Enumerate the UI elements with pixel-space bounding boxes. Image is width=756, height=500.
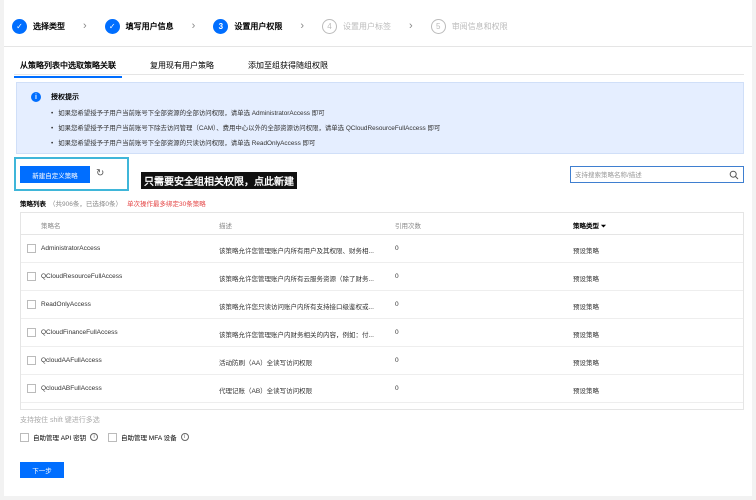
multi-select-hint: 支持按住 shift 键进行多选	[20, 417, 100, 424]
policy-count: （共906条，已选择0条）	[49, 201, 122, 208]
step-3: 3 设置用户权限 ›	[213, 18, 305, 34]
policy-table: 策略名 描述 引用次数 策略类型 ⏷ AdministratorAccess 该…	[20, 212, 744, 410]
annotation-callout: 只需要安全组相关权限，点此新建	[141, 172, 297, 189]
step-2: ✓ 填写用户信息 ›	[104, 18, 196, 34]
policy-list-header: 策略列表 （共906条，已选择0条） 单次操作最多绑定30条策略	[20, 198, 206, 208]
auth-tip-line: • 如果您希望授予子用户当前账号下全部资源的只读访问权限，请单选 ReadOnly…	[51, 140, 316, 147]
policy-name: QcloudABFullAccess	[41, 385, 102, 392]
column-header-refs: 引用次数	[395, 223, 421, 230]
next-button[interactable]: 下一步	[20, 462, 64, 478]
step-4: 4 设置用户标签 ›	[322, 18, 413, 34]
auth-tip-line: • 如果您希望授予子用户当前账号下全部资源的全部访问权限，请单选 Administ…	[51, 110, 325, 117]
row-checkbox[interactable]	[27, 244, 36, 253]
policy-name: AdministratorAccess	[41, 245, 101, 252]
policy-desc: 代理记账（AB）全读写访问权限	[219, 388, 313, 395]
row-checkbox[interactable]	[27, 328, 36, 337]
auth-tip-title: 授权提示	[51, 94, 79, 101]
option-label: 自助管理 API 密钥	[33, 435, 87, 442]
option-mfa[interactable]: 自助管理 MFA 设备 i	[108, 432, 189, 442]
table-header: 策略名 描述 引用次数 策略类型 ⏷	[21, 213, 743, 235]
steps-bar: ✓ 选择类型 › ✓ 填写用户信息 › 3 设置用户权限 › 4 设置用户标签 …	[12, 14, 526, 38]
policy-type: 预设策略	[573, 388, 599, 395]
auth-tip-panel: i 授权提示 • 如果您希望授予子用户当前账号下全部资源的全部访问权限，请单选 A…	[16, 82, 744, 154]
tab-bar: 从策略列表中选取策略关联 复用现有用户策略 添加至组获得随组权限	[14, 58, 356, 78]
row-checkbox[interactable]	[27, 356, 36, 365]
policy-type: 预设策略	[573, 304, 599, 311]
step-label: 设置用户标签	[343, 21, 392, 31]
column-header-name: 策略名	[41, 223, 61, 230]
chevron-right-icon: ›	[409, 20, 413, 32]
auth-tip-line: • 如果您希望授予子用户当前账号下除去访问管理（CAM）、费用中心以外的全部资源访…	[51, 125, 441, 132]
policy-desc: 该策略允许您管理账户内财务相关的内容，例如：付...	[219, 332, 374, 339]
policy-refs: 0	[395, 385, 399, 392]
table-row[interactable]: QCloudFinanceFullAccess 该策略允许您管理账户内财务相关的…	[21, 319, 743, 347]
tab-policy-list[interactable]: 从策略列表中选取策略关联	[14, 58, 122, 78]
policy-type: 预设策略	[573, 248, 599, 255]
table-row[interactable]: QcloudABFullAccess 代理记账（AB）全读写访问权限 0 预设策…	[21, 375, 743, 403]
page: ✓ 选择类型 › ✓ 填写用户信息 › 3 设置用户权限 › 4 设置用户标签 …	[4, 0, 752, 496]
policy-name: ReadOnlyAccess	[41, 301, 91, 308]
step-number: 4	[322, 18, 338, 34]
divider	[4, 46, 752, 47]
table-row[interactable]: QcloudAAFullAccess 活动防刷（AA）全读写访问权限 0 预设策…	[21, 347, 743, 375]
step-number: 3	[213, 18, 229, 34]
step-label: 填写用户信息	[125, 21, 174, 31]
option-api-key[interactable]: 自助管理 API 密钥 i	[20, 432, 99, 442]
row-checkbox[interactable]	[27, 272, 36, 281]
refresh-icon[interactable]: ↻	[96, 168, 104, 179]
policy-search	[570, 166, 744, 183]
chevron-right-icon: ›	[83, 20, 87, 32]
row-checkbox[interactable]	[27, 300, 36, 309]
policy-list-title: 策略列表	[20, 201, 46, 208]
policy-desc: 该策略允许您管理账户内所有用户及其权限、财务相...	[219, 248, 374, 255]
policy-refs: 0	[395, 357, 399, 364]
policy-refs: 0	[395, 329, 399, 336]
checkbox[interactable]	[108, 432, 117, 442]
step-5: 5 审阅信息和权限	[430, 18, 508, 34]
policy-type: 预设策略	[573, 276, 599, 283]
tab-reuse-user-policy[interactable]: 复用现有用户策略	[144, 58, 220, 78]
chevron-right-icon: ›	[300, 20, 305, 32]
info-icon[interactable]: i	[90, 433, 99, 441]
policy-desc: 该策略允许您只读访问账户内所有支持接口级鉴权或...	[219, 304, 374, 311]
search-icon[interactable]	[729, 170, 739, 180]
info-icon[interactable]: i	[180, 433, 189, 441]
option-label: 自助管理 MFA 设备	[121, 435, 177, 442]
policy-type: 预设策略	[573, 360, 599, 367]
column-header-desc: 描述	[219, 223, 232, 230]
search-input[interactable]	[575, 169, 725, 181]
row-checkbox[interactable]	[27, 384, 36, 393]
policy-limit-warning: 单次操作最多绑定30条策略	[126, 201, 206, 208]
filter-icon[interactable]: ⏷	[601, 223, 606, 230]
info-icon: i	[31, 92, 41, 102]
step-1: ✓ 选择类型 ›	[12, 18, 87, 34]
step-label: 设置用户权限	[234, 21, 283, 31]
table-row[interactable]: AdministratorAccess 该策略允许您管理账户内所有用户及其权限、…	[21, 235, 743, 263]
chevron-right-icon: ›	[191, 20, 196, 32]
check-icon: ✓	[104, 18, 120, 34]
policy-refs: 0	[395, 273, 399, 280]
table-row[interactable]: ReadOnlyAccess 该策略允许您只读访问账户内所有支持接口级鉴权或..…	[21, 291, 743, 319]
step-label: 审阅信息和权限	[451, 21, 508, 31]
policy-refs: 0	[395, 245, 399, 252]
policy-type: 预设策略	[573, 332, 599, 339]
checkbox[interactable]	[20, 432, 29, 442]
policy-name: QCloudResourceFullAccess	[41, 273, 123, 280]
policy-refs: 0	[395, 301, 399, 308]
table-row[interactable]: QCloudResourceFullAccess 该策略允许您管理账户内所有云服…	[21, 263, 743, 291]
policy-desc: 活动防刷（AA）全读写访问权限	[219, 360, 313, 367]
check-icon: ✓	[12, 18, 27, 34]
policy-name: QcloudAAFullAccess	[41, 357, 102, 364]
policy-desc: 该策略允许您管理账户内所有云服务资源（除了财务...	[219, 276, 374, 283]
policy-name: QCloudFinanceFullAccess	[41, 329, 118, 336]
step-label: 选择类型	[33, 21, 65, 31]
column-header-type: 策略类型 ⏷	[573, 223, 607, 230]
step-number: 5	[430, 18, 446, 34]
create-custom-policy-button[interactable]: 新建自定义策略	[20, 166, 90, 183]
tab-add-to-group[interactable]: 添加至组获得随组权限	[242, 58, 334, 78]
divider	[14, 74, 744, 75]
